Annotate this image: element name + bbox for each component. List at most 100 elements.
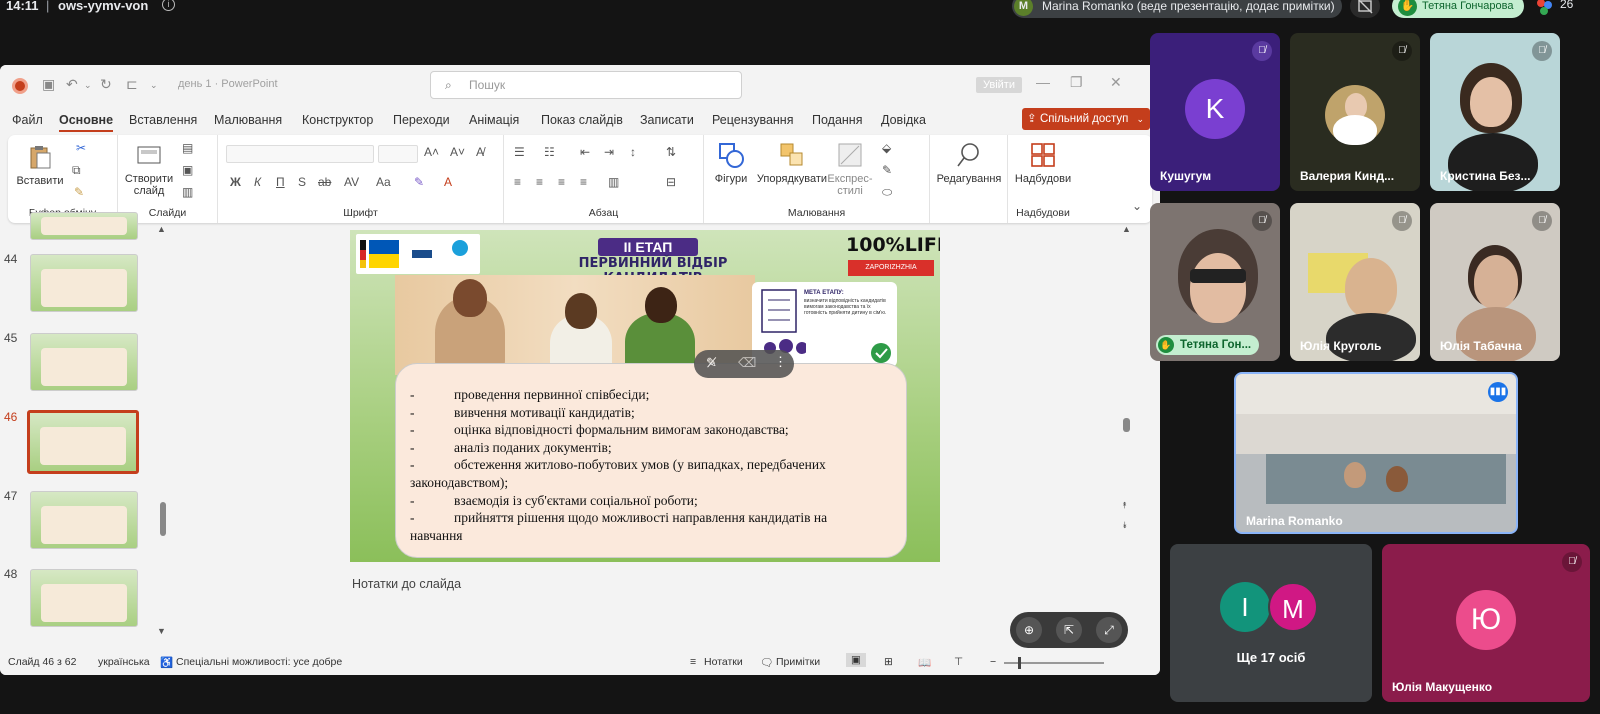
normal-view-icon[interactable]: ▣ [846, 653, 866, 667]
participant-tile[interactable]: 🎙̸ Валерия Кинд... [1290, 33, 1420, 191]
tab-animations[interactable]: Анімація [469, 113, 519, 127]
tab-file[interactable]: Файл [12, 113, 43, 127]
search-input[interactable]: ⌕ Пошук [430, 71, 742, 99]
quick-styles-button[interactable]: Експрес-стилі [826, 141, 874, 197]
others-tile[interactable]: I M Ще 17 осіб [1170, 544, 1372, 702]
collapse-ribbon-icon[interactable]: ⌄ [1132, 199, 1142, 213]
line-spacing-icon[interactable]: ↕ [630, 145, 636, 159]
eraser-off-icon[interactable]: ⌫ [738, 355, 756, 371]
participant-tile[interactable]: 🎙̸ ✋ Тетяна Гон... [1150, 203, 1280, 361]
customize-toolbar-icon[interactable]: ⌄ [150, 80, 158, 91]
italic-icon[interactable]: К [254, 175, 261, 189]
undo-icon[interactable]: ↶ [66, 76, 78, 93]
open-external-icon[interactable]: ⇱ [1056, 617, 1082, 643]
next-slide-icon[interactable]: ⯯ [1122, 520, 1127, 531]
tab-draw[interactable]: Малювання [214, 113, 282, 127]
fullscreen-icon[interactable]: ⤢ [1096, 617, 1122, 643]
raised-hand-chip[interactable]: ✋ Тетяна Гончарова [1392, 0, 1524, 18]
participants-icon[interactable] [1534, 0, 1554, 17]
maximize-icon[interactable]: ❐ [1070, 74, 1083, 91]
more-vert-icon[interactable]: ⋮ [774, 354, 787, 370]
underline-icon[interactable]: П [276, 175, 285, 189]
tab-insert[interactable]: Вставлення [129, 113, 197, 127]
slide-thumbnail[interactable] [30, 569, 138, 627]
participant-tile[interactable]: 🎙̸ Юлія Табачна [1430, 203, 1560, 361]
undo-dropdown-icon[interactable]: ⌄ [84, 80, 92, 91]
scroll-up-icon[interactable]: ▲ [1122, 224, 1131, 234]
slide-thumbnail-selected[interactable] [27, 410, 139, 474]
decrease-font-icon[interactable]: A˅ [450, 145, 465, 159]
reset-icon[interactable]: ▣ [182, 163, 193, 177]
increase-indent-icon[interactable]: ⇥ [604, 145, 614, 159]
new-slide-button[interactable]: Створити слайд [122, 141, 176, 197]
prev-slide-icon[interactable]: ⯭ [1122, 500, 1127, 511]
spacing-icon[interactable]: AV [344, 175, 359, 189]
participant-tile[interactable]: K 🎙̸ Кушугум [1150, 33, 1280, 191]
text-direction-icon[interactable]: ⇅ [666, 145, 676, 159]
shape-fill-icon[interactable]: ⬙ [882, 141, 891, 155]
slideshow-from-start-icon[interactable]: ⊏ [126, 76, 138, 93]
shadow-icon[interactable]: S [298, 175, 306, 189]
language-status[interactable]: українська [98, 656, 150, 668]
slide-sorter-icon[interactable]: ⊞ [884, 656, 893, 668]
tab-design[interactable]: Конструктор [302, 113, 373, 127]
scroll-up-icon[interactable]: ▲ [157, 224, 166, 234]
format-painter-icon[interactable]: ✎ [74, 185, 84, 199]
participant-tile[interactable]: 🎙̸ Кристина Без... [1430, 33, 1560, 191]
strikethrough-icon[interactable]: ab [318, 175, 331, 189]
justify-icon[interactable]: ≡ [580, 175, 587, 189]
zoom-out-icon[interactable]: − [990, 656, 996, 668]
columns-icon[interactable]: ▥ [608, 175, 619, 189]
tab-view[interactable]: Подання [812, 113, 862, 127]
comments-button[interactable]: Примітки [776, 656, 820, 668]
notes-button[interactable]: Нотатки [704, 656, 743, 668]
numbering-icon[interactable]: ☷ [544, 145, 555, 159]
slide-thumbnail[interactable] [30, 333, 138, 391]
zoom-slider[interactable] [1004, 657, 1104, 669]
addins-button[interactable]: Надбудови [1010, 141, 1076, 185]
copy-icon[interactable]: ⧉ [72, 163, 81, 178]
editing-button[interactable]: Редагування [934, 141, 1004, 185]
align-right-icon[interactable]: ≡ [558, 175, 565, 189]
clear-format-icon[interactable]: A̸ [476, 145, 484, 159]
align-left-icon[interactable]: ≡ [514, 175, 521, 189]
tab-review[interactable]: Рецензування [712, 113, 793, 127]
reading-view-icon[interactable]: 📖 [918, 656, 931, 669]
font-size-select[interactable] [378, 145, 418, 163]
zoom-thumb[interactable] [1018, 657, 1021, 669]
slide-thumbnail[interactable] [30, 212, 138, 240]
shapes-button[interactable]: Фігури [710, 141, 752, 185]
presenter-chip[interactable]: M Marina Romanko (веде презентацію, дода… [1012, 0, 1342, 18]
minimize-icon[interactable]: — [1036, 74, 1050, 90]
font-family-select[interactable] [226, 145, 374, 163]
slideshow-icon[interactable]: ⊤ [954, 656, 963, 668]
font-color-icon[interactable]: A [444, 175, 452, 189]
align-text-icon[interactable]: ⊟ [666, 175, 676, 189]
accessibility-status[interactable]: Спеціальні можливості: усе добре [176, 656, 342, 668]
layout-icon[interactable]: ▤ [182, 141, 193, 155]
tab-record[interactable]: Записати [640, 113, 694, 127]
participant-tile-speaking[interactable]: ▮▮▮ Marina Romanko [1234, 372, 1518, 534]
tab-home[interactable]: Основне [59, 113, 114, 132]
tab-help[interactable]: Довідка [881, 113, 926, 127]
share-button[interactable]: ⇪ Спільний доступ ⌄ [1022, 108, 1150, 130]
slide-thumbnail[interactable] [30, 491, 138, 549]
change-case-icon[interactable]: Aa [376, 175, 391, 189]
cut-icon[interactable]: ✂ [76, 141, 86, 155]
paste-button[interactable]: Вставити [16, 143, 64, 187]
shape-effects-icon[interactable]: ⬭ [882, 185, 892, 200]
slide-scrollbar[interactable] [1123, 418, 1130, 432]
close-icon[interactable]: ✕ [1110, 74, 1122, 91]
pen-off-icon[interactable]: ✎̸ [706, 355, 717, 371]
tab-transitions[interactable]: Переходи [393, 113, 450, 127]
redo-icon[interactable]: ↻ [100, 76, 112, 93]
section-icon[interactable]: ▥ [182, 185, 193, 199]
tab-slideshow[interactable]: Показ слайдів [541, 113, 623, 127]
decrease-indent-icon[interactable]: ⇤ [580, 145, 590, 159]
align-center-icon[interactable]: ≡ [536, 175, 543, 189]
screen-share-off-icon[interactable] [1350, 0, 1380, 18]
highlight-icon[interactable]: ✎ [414, 175, 424, 189]
save-icon[interactable]: ▣ [42, 76, 55, 93]
thumbnail-scrollbar[interactable] [160, 502, 166, 536]
text-box[interactable]: - проведення первинної співбесіди; - вивче… [395, 363, 907, 558]
